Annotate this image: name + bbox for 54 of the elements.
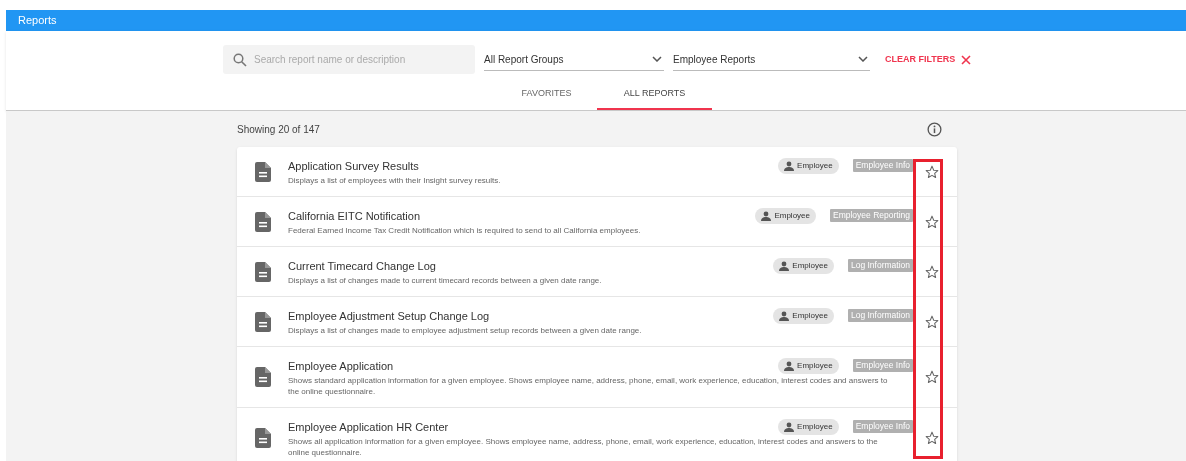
scope-chip: Employee — [773, 307, 834, 324]
document-icon — [254, 261, 271, 282]
report-title[interactable]: Employee Adjustment Setup Change Log — [288, 308, 490, 323]
clear-filters-button[interactable]: CLEAR FILTERS — [885, 52, 972, 67]
scope-chip: Employee — [778, 157, 839, 174]
document-icon — [254, 211, 271, 232]
document-icon — [254, 161, 271, 182]
star-icon[interactable] — [925, 370, 939, 384]
report-description: Displays a list of changes made to current timecard records between a given date range. — [288, 275, 603, 286]
report-description: Federal Earned Income Tax Credit Notification which is required to send to all California employees. — [288, 225, 642, 236]
person-icon — [779, 260, 790, 271]
star-icon[interactable] — [925, 264, 939, 279]
category-tag: Log Information — [847, 259, 913, 272]
report-description: Displays a list of changes made to employee adjustment setup records between a given date range. — [288, 325, 643, 336]
category-tag: Employee Info — [852, 420, 913, 433]
person-icon — [784, 421, 795, 432]
document-icon — [254, 428, 271, 448]
scope-chip: Employee — [778, 418, 839, 435]
person-icon — [779, 310, 790, 321]
star-icon[interactable] — [925, 431, 939, 445]
chevron-down-icon — [858, 56, 868, 62]
category-tag: Employee Info — [852, 359, 913, 372]
tab[interactable]: FAVORITES — [496, 80, 597, 110]
scope-chip: Employee — [755, 207, 816, 224]
category-tag: Employee Info — [852, 159, 913, 172]
page-title: Reports — [18, 13, 57, 29]
chevron-down-icon — [652, 56, 662, 62]
star-icon[interactable] — [925, 164, 939, 179]
scope-chip: Employee — [778, 357, 839, 374]
report-description: Displays a list of employees with their Insight survey results. — [288, 175, 502, 186]
person-icon — [784, 160, 795, 171]
report-title[interactable]: Employee Application HR Center — [288, 419, 449, 434]
category-tag: Employee Reporting — [830, 209, 913, 222]
close-icon — [961, 54, 972, 65]
person-icon — [784, 360, 795, 371]
report-title[interactable]: Employee Application — [288, 358, 394, 373]
scope-chip: Employee — [773, 257, 834, 274]
star-icon[interactable] — [925, 314, 939, 329]
info-icon[interactable] — [927, 122, 942, 137]
report-description: Shows all application information for a given employee. Shows employee name, address, phone, email, work experience, education, interest codes and answers to the online questionnaire. — [288, 436, 879, 458]
report-title[interactable]: Application Survey Results — [288, 158, 419, 173]
star-icon[interactable] — [925, 214, 939, 229]
report-title[interactable]: California EITC Notification — [288, 208, 421, 223]
search-field[interactable]: Search report name or description — [223, 45, 475, 74]
document-icon — [254, 367, 271, 387]
person-icon — [761, 210, 772, 221]
type-dropdown[interactable]: Employee Reports — [673, 48, 870, 71]
document-icon — [254, 311, 271, 332]
report-title[interactable]: Current Timecard Change Log — [288, 258, 436, 273]
category-tag: Log Information — [847, 309, 913, 322]
group-dropdown[interactable]: All Report Groups — [484, 48, 664, 71]
report-description: Shows standard application information for a given employee. Shows employee name, address, phone, email, work experience, education, interest codes and answers to the online questionnaire. — [288, 375, 888, 397]
result-count: Showing 20 of 147 — [237, 123, 320, 137]
search-icon — [233, 53, 247, 67]
